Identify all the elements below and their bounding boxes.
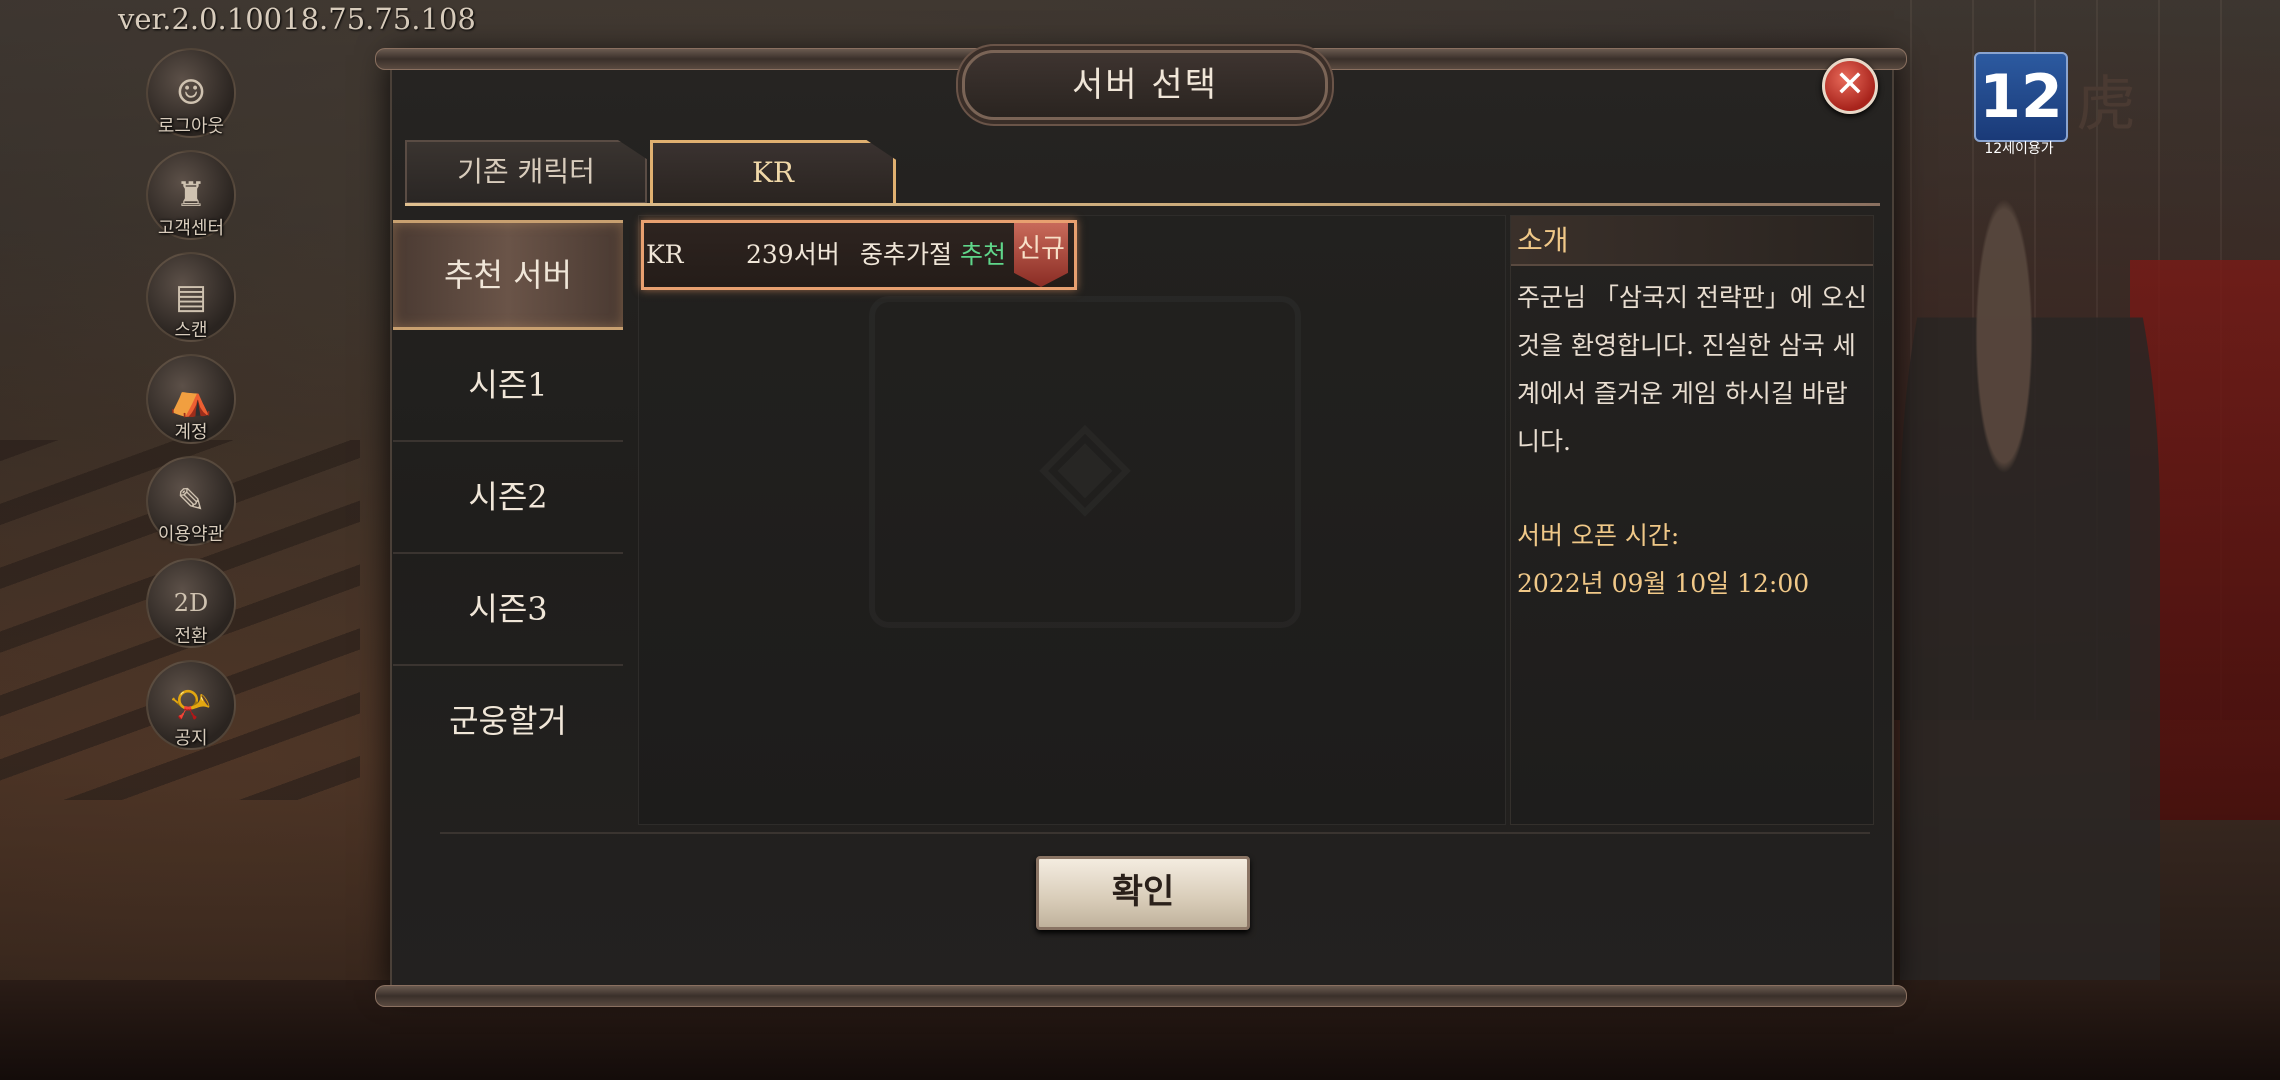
nav-season3[interactable]: 시즌3 <box>393 554 623 666</box>
age-rating: 12 12세이용가 <box>1974 52 2068 157</box>
customer-center-button[interactable]: ♜ 고객센터 <box>146 150 236 266</box>
background-warrior <box>1900 150 2160 1080</box>
game-logo: 虎 <box>2076 70 2136 140</box>
view-switch-button[interactable]: 2D 전환 <box>146 558 236 674</box>
dialog-bottom-rail <box>375 985 1907 1007</box>
tab-divider <box>405 203 1880 206</box>
scan-label: 스캔 <box>174 320 208 341</box>
server-row[interactable]: KR 239서버 중추가절 추천 신규 <box>641 220 1077 290</box>
footer-divider <box>440 832 1870 834</box>
info-heading: 소개 <box>1511 216 1873 266</box>
version-label: ver.2.0.10018.75.75.108 <box>118 2 476 36</box>
server-info-panel: 소개 주군님 「삼국지 전략판」에 오신 것을 환영합니다. 진실한 삼국 세계… <box>1510 215 1874 825</box>
nav-season2[interactable]: 시즌2 <box>393 442 623 554</box>
nav-warlords[interactable]: 군웅할거 <box>393 666 623 776</box>
nav-recommended-servers[interactable]: 추천 서버 <box>393 220 623 330</box>
account-label: 계정 <box>174 422 208 443</box>
open-time-value: 2022년 09월 10일 12:00 <box>1517 569 1810 598</box>
notice-label: 공지 <box>174 728 208 749</box>
logout-label: 로그아웃 <box>157 116 225 137</box>
server-status: 중추가절 <box>860 240 953 269</box>
dialog-title: 서버 선택 <box>962 50 1328 120</box>
scan-button[interactable]: ▤ 스캔 <box>146 252 236 368</box>
close-icon: ✕ <box>1834 64 1866 105</box>
tab-existing-character[interactable]: 기존 캐릭터 <box>405 140 647 204</box>
server-category-nav: 추천 서버 시즌1 시즌2 시즌3 군웅할거 <box>393 220 623 776</box>
terms-button[interactable]: ✎ 이용약관 <box>146 456 236 572</box>
server-recommend-tag: 추천 <box>960 240 1007 269</box>
customer-center-label: 고객센터 <box>157 218 225 239</box>
age-rating-badge: 12 <box>1974 52 2068 142</box>
terms-label: 이용약관 <box>157 524 225 545</box>
server-name: 239서버 <box>746 240 840 269</box>
server-list: ◈ KR 239서버 중추가절 추천 신규 <box>638 215 1506 825</box>
info-intro: 주군님 「삼국지 전략판」에 오신 것을 환영합니다. 진실한 삼국 세계에서 … <box>1517 283 1867 456</box>
open-time-label: 서버 오픈 시간: <box>1517 521 1680 550</box>
background-emblem: ◈ <box>869 296 1301 628</box>
tab-kr[interactable]: KR <box>650 140 896 206</box>
confirm-button[interactable]: 확인 <box>1036 856 1250 930</box>
server-region: KR <box>646 240 684 269</box>
notice-button[interactable]: 📯 공지 <box>146 660 236 776</box>
new-badge: 신규 <box>1014 223 1068 287</box>
close-button[interactable]: ✕ <box>1822 58 1878 114</box>
logout-button[interactable]: ☺ 로그아웃 <box>146 48 236 164</box>
view-switch-label: 전환 <box>174 626 208 647</box>
nav-season1[interactable]: 시즌1 <box>393 330 623 442</box>
age-rating-caption: 12세이용가 <box>1984 141 2054 157</box>
account-button[interactable]: ⛺ 계정 <box>146 354 236 470</box>
